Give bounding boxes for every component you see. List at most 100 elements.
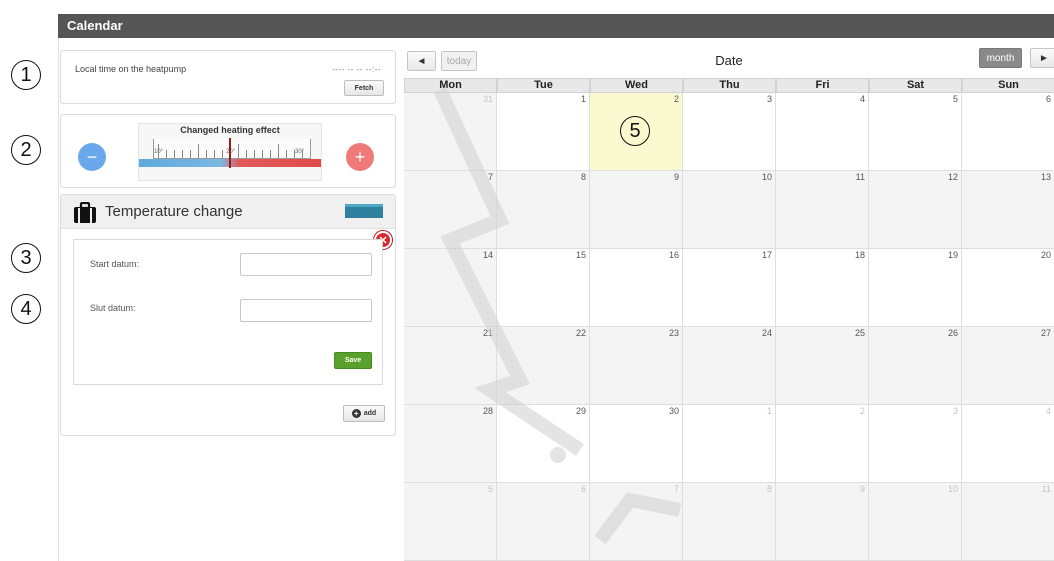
day-cell[interactable]: 26	[869, 327, 962, 405]
day-cell[interactable]: 25	[776, 327, 869, 405]
day-number: 20	[1040, 250, 1051, 260]
day-cell[interactable]: 5	[869, 93, 962, 171]
day-number: 8	[580, 172, 586, 182]
gauge-ruler: 10° 20° 30°	[153, 139, 311, 159]
save-button[interactable]: Save	[334, 352, 372, 369]
add-label: add	[363, 410, 377, 417]
increase-button[interactable]: +	[346, 143, 374, 171]
window-title: Calendar	[58, 14, 1054, 38]
day-number: 11	[855, 172, 865, 182]
day-cell[interactable]: 19	[869, 249, 962, 327]
day-cell[interactable]: 9	[776, 483, 869, 561]
day-cell-today[interactable]: 2 5	[590, 93, 683, 171]
day-cell[interactable]: 10	[869, 483, 962, 561]
day-number: 25	[854, 328, 865, 338]
day-cell[interactable]: 1	[497, 93, 590, 171]
local-time-panel: Local time on the heatpump ---- -- -- --…	[60, 50, 396, 104]
day-number: 6	[580, 484, 586, 494]
day-cell[interactable]: 31	[404, 93, 497, 171]
day-cell[interactable]: 27	[962, 327, 1054, 405]
day-number: 26	[947, 328, 958, 338]
day-cell[interactable]: 29	[497, 405, 590, 483]
day-cell[interactable]: 30	[590, 405, 683, 483]
day-number: 9	[859, 484, 865, 494]
day-cell[interactable]: 5	[404, 483, 497, 561]
day-cell[interactable]: 13	[962, 171, 1054, 249]
day-number: 2	[673, 94, 679, 104]
day-number: 11	[1041, 484, 1051, 494]
day-number: 2	[859, 406, 865, 416]
temperature-change-panel: Temperature change ✕ Start datum: Slut d…	[60, 194, 396, 436]
day-number: 3	[952, 406, 958, 416]
day-cell[interactable]: 11	[776, 171, 869, 249]
end-date-input[interactable]	[240, 299, 372, 322]
local-time-label: Local time on the heatpump	[75, 64, 187, 74]
day-number: 5	[952, 94, 958, 104]
local-time-value: ---- -- -- --:--	[332, 65, 381, 74]
weekday-sun: Sun	[962, 78, 1054, 93]
day-cell[interactable]: 7	[590, 483, 683, 561]
weekday-tue: Tue	[497, 78, 590, 93]
day-number: 19	[947, 250, 958, 260]
day-cell[interactable]: 15	[497, 249, 590, 327]
day-cell[interactable]: 3	[683, 93, 776, 171]
heating-gauge: Changed heating effect 10° 20° 30°	[138, 123, 322, 181]
day-number: 10	[947, 484, 958, 494]
day-cell[interactable]: 2	[776, 405, 869, 483]
fetch-button[interactable]: Fetch	[344, 80, 384, 96]
calendar-toolbar: ◄ today Date month ►	[404, 44, 1054, 77]
plus-circle-icon: +	[351, 409, 361, 418]
day-cell[interactable]: 24	[683, 327, 776, 405]
day-cell[interactable]: 12	[869, 171, 962, 249]
day-cell[interactable]: 16	[590, 249, 683, 327]
day-number: 4	[859, 94, 865, 104]
end-date-label: Slut datum:	[90, 303, 136, 313]
day-cell[interactable]: 7	[404, 171, 497, 249]
next-button[interactable]: ►	[1030, 48, 1054, 68]
day-cell[interactable]: 10	[683, 171, 776, 249]
day-number: 12	[947, 172, 958, 182]
day-cell[interactable]: 20	[962, 249, 1054, 327]
day-cell[interactable]: 11	[962, 483, 1054, 561]
calendar-grid: Mon Tue Wed Thu Fri Sat Sun 31 1 2 5 3 4…	[404, 78, 1054, 561]
day-cell[interactable]: 4	[962, 405, 1054, 483]
day-cell[interactable]: 17	[683, 249, 776, 327]
day-number: 27	[1040, 328, 1051, 338]
day-cell[interactable]: 1	[683, 405, 776, 483]
day-cell[interactable]: 14	[404, 249, 497, 327]
day-cell[interactable]: 8	[497, 171, 590, 249]
month-button[interactable]: month	[979, 48, 1022, 68]
day-cell[interactable]: 8	[683, 483, 776, 561]
day-number: 7	[487, 172, 493, 182]
heating-effect-panel: − Changed heating effect 10° 20° 30°	[60, 114, 396, 188]
day-number: 22	[575, 328, 586, 338]
color-swatch[interactable]	[345, 204, 383, 218]
day-number: 28	[482, 406, 493, 416]
day-cell[interactable]: 22	[497, 327, 590, 405]
weekday-fri: Fri	[776, 78, 869, 93]
day-cell[interactable]: 28	[404, 405, 497, 483]
day-cell[interactable]: 6	[497, 483, 590, 561]
day-cell[interactable]: 4	[776, 93, 869, 171]
day-number: 3	[766, 94, 772, 104]
day-cell[interactable]: 6	[962, 93, 1054, 171]
tick-label-30: 30°	[295, 149, 305, 155]
add-button[interactable]: + add	[343, 405, 385, 422]
day-cell[interactable]: 3	[869, 405, 962, 483]
day-cell[interactable]: 23	[590, 327, 683, 405]
start-date-input[interactable]	[240, 253, 372, 276]
day-cell[interactable]: 9	[590, 171, 683, 249]
callout-3: 3	[11, 243, 41, 273]
day-number: 1	[766, 406, 772, 416]
gauge-needle[interactable]	[229, 138, 231, 168]
temperature-change-title: Temperature change	[105, 203, 243, 220]
callout-2: 2	[11, 135, 41, 165]
day-number: 9	[673, 172, 679, 182]
callout-5: 5	[620, 116, 650, 146]
day-number: 14	[482, 250, 493, 260]
day-number: 17	[761, 250, 772, 260]
day-cell[interactable]: 21	[404, 327, 497, 405]
day-cell[interactable]: 18	[776, 249, 869, 327]
decrease-button[interactable]: −	[78, 143, 106, 171]
day-number: 8	[766, 484, 772, 494]
